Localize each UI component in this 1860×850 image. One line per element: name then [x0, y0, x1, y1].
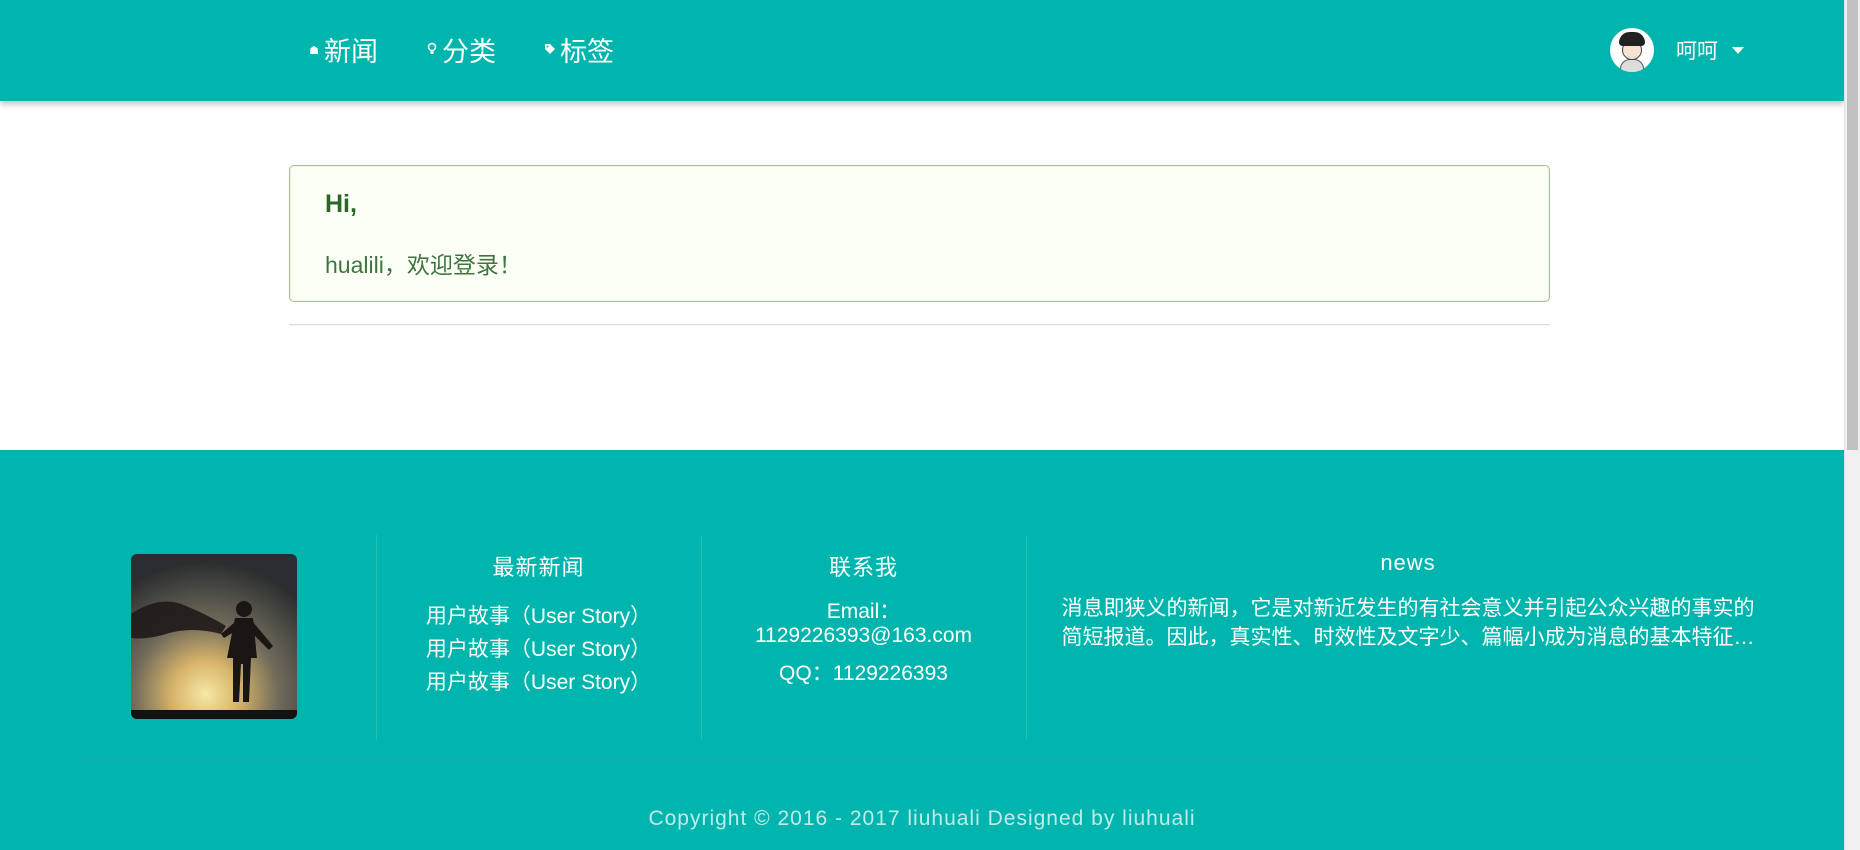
avatar: [1610, 28, 1654, 72]
main-nav: ☗ 新闻 分类 标签: [308, 30, 614, 69]
lightbulb-icon: [426, 42, 438, 59]
footer-photo: [131, 554, 297, 719]
welcome-message: Hi, hualili，欢迎登录！: [289, 165, 1550, 302]
scrollbar-thumb[interactable]: [1847, 0, 1858, 450]
user-name: 呵呵: [1676, 40, 1718, 63]
tag-icon: [544, 43, 556, 58]
copyright: Copyright © 2016 - 2017 liuhuali Designe…: [648, 807, 1196, 830]
top-menu: ☗ 新闻 分类 标签 呵呵: [0, 0, 1844, 101]
contact-column: 联系我 Email： 1129226393@163.com QQ：1129226…: [701, 550, 1026, 690]
email-value: 1129226393@163.com: [754, 624, 973, 647]
latest-news-column: 最新新闻 用户故事（User Story） 用户故事（User Story） 用…: [376, 550, 701, 699]
user-dropdown[interactable]: 呵呵: [1610, 28, 1744, 72]
divider: [289, 324, 1550, 326]
column-title: 最新新闻: [492, 555, 585, 580]
nav-item-label: 新闻: [324, 37, 378, 67]
news-link[interactable]: 用户故事（User Story）: [376, 666, 701, 699]
footer-divider: [72, 761, 1765, 762]
footer: 最新新闻 用户故事（User Story） 用户故事（User Story） 用…: [0, 450, 1844, 850]
news-column: news 消息即狭义的新闻，它是对新近发生的有社会意义并引起公众兴趣的事实的简短…: [1052, 550, 1764, 652]
chevron-down-icon: [1732, 46, 1744, 54]
news-description: 消息即狭义的新闻，它是对新近发生的有社会意义并引起公众兴趣的事实的简短报道。因此…: [1061, 597, 1755, 649]
column-title: news: [1380, 550, 1436, 575]
nav-item-label: 分类: [442, 37, 496, 67]
news-link[interactable]: 用户故事（User Story）: [376, 633, 701, 666]
scrollbar[interactable]: [1844, 0, 1860, 850]
nav-item-label: 标签: [560, 37, 614, 67]
news-link[interactable]: 用户故事（User Story）: [376, 600, 701, 633]
nav-item-tags[interactable]: 标签: [544, 30, 614, 69]
nav-item-news[interactable]: ☗ 新闻: [308, 30, 378, 69]
main-content: Hi, hualili，欢迎登录！: [0, 101, 1844, 450]
column-separator: [1026, 535, 1027, 740]
email-label: Email：: [826, 600, 901, 623]
message-header: Hi,: [325, 190, 357, 218]
column-title: 联系我: [828, 555, 898, 580]
qq-value: QQ：1129226393: [779, 662, 948, 685]
home-icon: ☗: [309, 45, 319, 57]
page: ☗ 新闻 分类 标签 呵呵 Hi, hualili，欢迎登录！ 最新新闻 用户故…: [0, 0, 1844, 850]
message-text: hualili，欢迎登录！: [325, 252, 522, 278]
nav-item-category[interactable]: 分类: [426, 30, 496, 69]
